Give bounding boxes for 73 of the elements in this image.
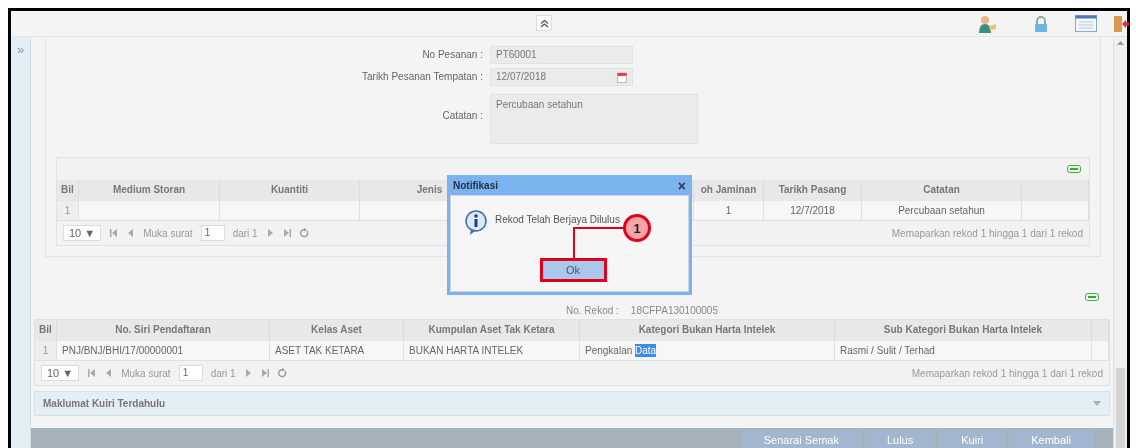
table-cell: 1 xyxy=(694,200,764,220)
table-cell: 12/7/2018 xyxy=(764,200,862,220)
previous-page-icon[interactable] xyxy=(126,228,136,238)
page-size-select[interactable]: 10 ▼ xyxy=(41,365,80,381)
first-page-icon[interactable] xyxy=(87,368,97,378)
text-field[interactable]: PT60001 xyxy=(490,46,633,64)
close-button[interactable]: × xyxy=(677,179,686,192)
record-summary: Memaparkan rekod 1 hingga 1 dari 1 rekod xyxy=(911,367,1103,379)
column-header: Kelas Aset xyxy=(270,320,404,340)
page-label: Muka surat xyxy=(121,367,171,379)
column-header: Catatan xyxy=(862,180,1022,200)
refresh-icon[interactable] xyxy=(299,228,309,238)
lock-icon[interactable] xyxy=(1033,15,1049,32)
user-icon[interactable] xyxy=(977,14,997,33)
collapse-icon[interactable] xyxy=(1085,293,1099,301)
table-cell: ASET TAK KETARA xyxy=(270,340,404,360)
footer-button[interactable]: Kuiri xyxy=(939,430,1006,448)
last-page-icon[interactable] xyxy=(260,368,270,378)
field-label: Tarikh Pesanan Tempatan : xyxy=(361,70,483,84)
notes-field[interactable]: Percubaan setahun xyxy=(490,94,698,144)
footer-button[interactable]: Senarai Semak xyxy=(741,430,861,448)
first-page-icon[interactable] xyxy=(109,228,119,238)
date-field[interactable]: 12/07/2018 xyxy=(490,68,633,86)
exit-door-icon[interactable] xyxy=(1113,14,1129,33)
field-label: No Pesanan : xyxy=(421,48,483,62)
footer-button[interactable]: Lulus xyxy=(864,430,936,448)
page-total: dari 1 xyxy=(210,367,236,379)
info-icon xyxy=(465,210,487,236)
collapse-icon[interactable] xyxy=(1067,165,1081,173)
section-header[interactable]: Maklumat Kuiri Terdahulu xyxy=(34,391,1110,416)
caret-icon[interactable] xyxy=(1093,401,1101,406)
column-header: Bil xyxy=(35,320,57,340)
refresh-icon[interactable] xyxy=(277,368,287,378)
list-window-icon[interactable] xyxy=(1075,15,1097,32)
column-header: oh Jaminan xyxy=(694,180,764,200)
next-page-icon[interactable] xyxy=(243,368,253,378)
column-header: Tarikh Pasang xyxy=(764,180,862,200)
column-header: Medium Storan xyxy=(79,180,220,200)
table-cell: 1 xyxy=(35,340,57,360)
column-header: Kumpulan Aset Tak Ketara xyxy=(404,320,580,340)
table-cell: 1 xyxy=(57,200,79,220)
table-cell: BUKAN HARTA INTELEK xyxy=(404,340,580,360)
calendar-icon[interactable] xyxy=(617,71,627,83)
page-size-select[interactable]: 10 ▼ xyxy=(63,225,102,241)
next-page-icon[interactable] xyxy=(265,228,275,238)
dialog-message: Rekod Telah Berjaya Dilulus xyxy=(495,213,620,225)
column-header: Kategori Bukan Harta Intelek xyxy=(580,320,835,340)
last-page-icon[interactable] xyxy=(282,228,292,238)
column-header: Kuantiti xyxy=(220,180,360,200)
field-label: Catatan : xyxy=(441,109,483,123)
page-input[interactable]: 1 xyxy=(200,225,225,241)
page-input[interactable]: 1 xyxy=(178,365,203,381)
collapse-up-icon[interactable] xyxy=(536,15,552,31)
table-cell: PNJ/BNJ/BHI/17/00000001 xyxy=(57,340,270,360)
page-total: dari 1 xyxy=(232,227,258,239)
page-label: Muka surat xyxy=(143,227,193,239)
leader-line xyxy=(572,226,625,259)
scroll-up-icon[interactable] xyxy=(1117,41,1124,45)
table-cell: Percubaan setahun xyxy=(862,200,1022,220)
previous-page-icon[interactable] xyxy=(104,368,114,378)
column-header: No. Siri Pendaftaran xyxy=(57,320,270,340)
ok-button[interactable]: Ok xyxy=(539,258,607,282)
scrollbar-thumb[interactable] xyxy=(1116,368,1125,448)
expand-sidebar-toggle[interactable]: » xyxy=(16,43,25,57)
record-number-label: No. Rekod : xyxy=(566,305,619,316)
table-cell: Pengkalan Data xyxy=(580,340,835,360)
table-cell: Rasmi / Sulit / Terhad xyxy=(835,340,1092,360)
column-header: Bil xyxy=(57,180,79,200)
record-summary: Memaparkan rekod 1 hingga 1 dari 1 rekod xyxy=(891,227,1083,239)
footer-button[interactable]: Kembali xyxy=(1009,430,1093,448)
column-header: Sub Kategori Bukan Harta Intelek xyxy=(835,320,1092,340)
dialog-title: Notifikasi xyxy=(453,180,498,191)
record-number: 18CFPA130100005 xyxy=(630,305,718,316)
